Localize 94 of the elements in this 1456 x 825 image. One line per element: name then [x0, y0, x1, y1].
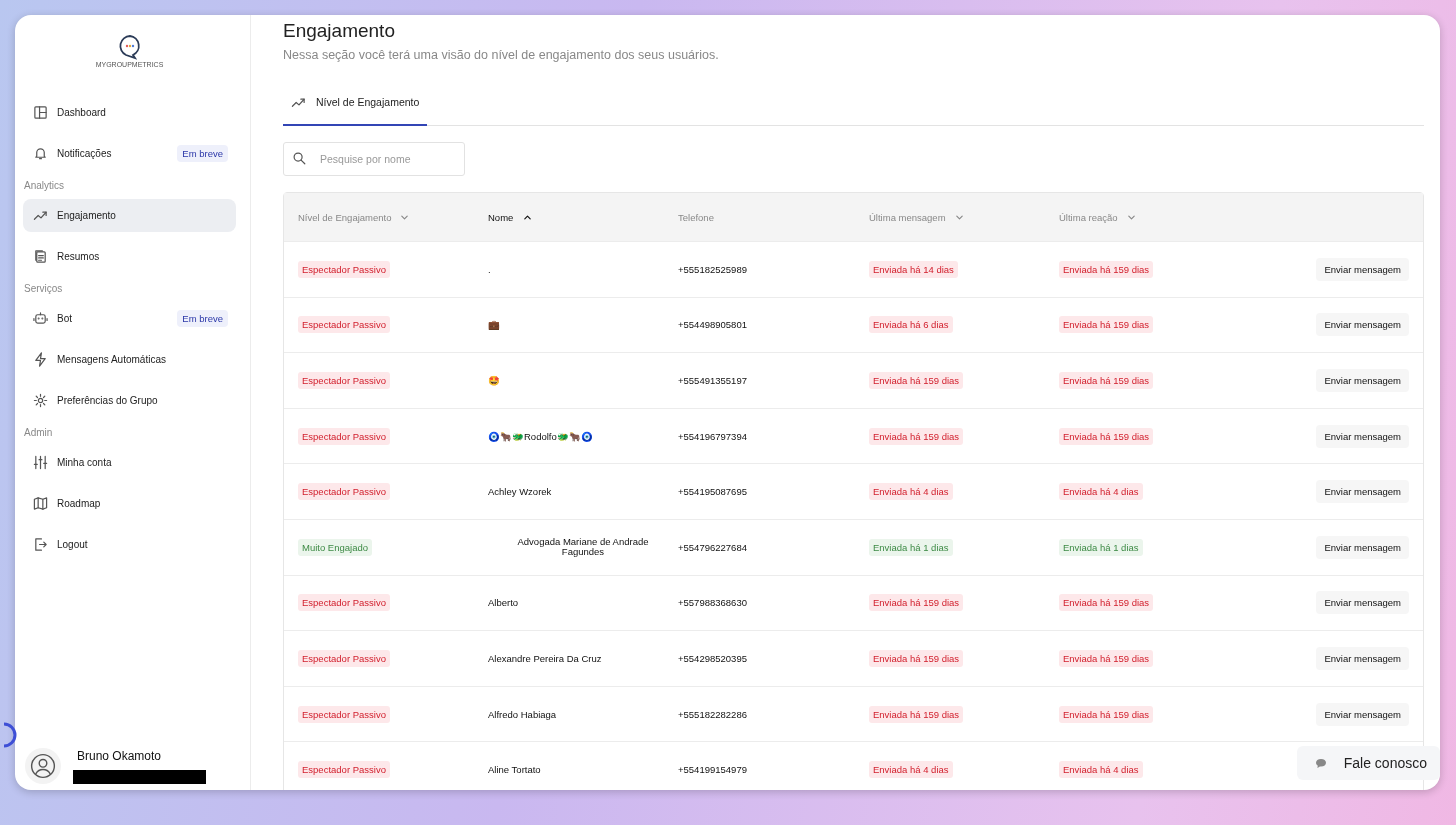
- robot-icon: [33, 311, 48, 326]
- nav-item[interactable]: Preferências do Grupo: [23, 384, 236, 417]
- send-message-button[interactable]: Enviar mensagem: [1316, 369, 1409, 392]
- status-tag: Enviada há 4 dias: [869, 761, 953, 779]
- status-tag: Espectador Passivo: [298, 372, 390, 389]
- status-tag: Enviada há 159 dias: [869, 594, 964, 612]
- table-cell-text: +554199154979: [678, 764, 748, 776]
- table-cell-text: Advogada Mariane de Andrade Fagundes: [516, 537, 650, 558]
- table-cell-text: Aline Tortato: [488, 764, 542, 776]
- table-cell-text: +555182525989: [678, 263, 748, 275]
- status-tag: Enviada há 159 dias: [869, 427, 964, 445]
- status-tag: Espectador Passivo: [298, 705, 390, 723]
- status-tag: Espectador Passivo: [298, 427, 390, 445]
- table-cell-text: +557988368630: [678, 597, 748, 609]
- status-tag: Espectador Passivo: [298, 649, 390, 667]
- logout-icon: [33, 537, 48, 552]
- nav-item[interactable]: Roadmap: [23, 487, 236, 520]
- table-cell-text: Achley Wzorek: [488, 486, 553, 498]
- status-tag: Enviada há 6 dias: [869, 316, 953, 334]
- table-cell-text: +554796227684: [678, 541, 748, 553]
- table-cell-text: +554298520395: [678, 652, 748, 664]
- status-tag: Enviada há 159 dias: [869, 705, 964, 723]
- section-heading: Serviços: [23, 282, 64, 296]
- status-tag: Enviada há 4 dias: [869, 483, 953, 501]
- status-tag: Enviada há 1 dias: [1059, 538, 1143, 556]
- status-tag: Enviada há 159 dias: [1059, 316, 1154, 334]
- status-tag: Enviada há 159 dias: [1059, 372, 1154, 389]
- status-tag: Enviada há 159 dias: [869, 372, 964, 389]
- status-tag: Espectador Passivo: [298, 483, 390, 501]
- send-message-button[interactable]: Enviar mensagem: [1316, 480, 1409, 504]
- section-heading: Analytics: [23, 179, 65, 193]
- table-cell-text: +555491355197: [678, 375, 748, 386]
- status-tag: Enviada há 4 dias: [1059, 761, 1143, 779]
- nav-item[interactable]: Bot Em breve: [23, 302, 236, 335]
- table-cell-text: 🧿🐂🐲Rodolfo🐲🐂🧿: [488, 430, 594, 442]
- chat-bubble-logo-icon: [117, 34, 142, 60]
- table-cell-text: +554196797394: [678, 430, 748, 442]
- send-message-button[interactable]: Enviar mensagem: [1316, 313, 1409, 337]
- status-tag: Enviada há 159 dias: [869, 649, 964, 667]
- nav-item[interactable]: Minha conta: [23, 446, 236, 479]
- table-cell-text: 🤩: [488, 375, 501, 386]
- sliders-icon: [33, 455, 48, 470]
- bell-icon: [33, 146, 48, 161]
- table-cell-text: .: [488, 263, 492, 275]
- status-tag: Espectador Passivo: [298, 594, 390, 612]
- status-tag: Enviada há 14 dias: [869, 260, 958, 278]
- document-icon: [33, 249, 48, 264]
- coming-soon-badge: Em breve: [177, 310, 228, 327]
- table-cell-text: Alfredo Habiaga: [488, 708, 558, 720]
- chevron-up-icon: [523, 212, 533, 222]
- nav-item[interactable]: Dashboard: [23, 96, 236, 129]
- map-icon: [33, 496, 48, 511]
- status-tag: Enviada há 159 dias: [1059, 427, 1154, 445]
- status-tag: Enviada há 1 dias: [869, 538, 953, 556]
- send-message-button[interactable]: Enviar mensagem: [1316, 535, 1409, 559]
- nav-item[interactable]: Notificações Em breve: [23, 137, 236, 170]
- status-tag: Enviada há 159 dias: [1059, 705, 1154, 723]
- sort-header[interactable]: Nome: [488, 211, 533, 223]
- status-tag: Espectador Passivo: [298, 761, 390, 779]
- tab[interactable]: Nível de Engajamento: [283, 80, 428, 126]
- status-tag: Espectador Passivo: [298, 316, 390, 334]
- status-tag: Espectador Passivo: [298, 260, 390, 278]
- status-tag: Muito Engajado: [298, 538, 373, 556]
- table-cell-text: Alexandre Pereira Da Cruz: [488, 652, 603, 664]
- page-subtitle: Nessa seção você terá uma visão do nível de engajamento dos seus usuários.: [283, 48, 720, 62]
- coming-soon-badge: Em breve: [177, 145, 228, 162]
- table-cell-text: 💼: [488, 319, 501, 331]
- nav-item[interactable]: Mensagens Automáticas: [23, 343, 236, 376]
- status-tag: Enviada há 159 dias: [1059, 594, 1154, 612]
- user-name: Bruno Okamoto: [77, 748, 163, 763]
- send-message-button[interactable]: Enviar mensagem: [1316, 257, 1409, 281]
- table-cell-text: Alberto: [488, 597, 520, 609]
- speech-bubble-icon: [1314, 757, 1327, 769]
- send-message-button[interactable]: Enviar mensagem: [1316, 424, 1409, 448]
- column-header: Telefone: [678, 211, 714, 223]
- lightning-icon: [33, 352, 48, 367]
- section-heading: Admin: [23, 426, 54, 440]
- table-cell-text: +555182282286: [678, 708, 748, 720]
- table-cell-text: +554195087695: [678, 486, 748, 498]
- user-avatar-icon: [30, 753, 56, 779]
- search-field[interactable]: Pesquise por nome: [283, 142, 465, 176]
- status-tag: Enviada há 159 dias: [1059, 649, 1154, 667]
- page-title: Engajamento: [283, 20, 396, 42]
- layout-icon: [33, 105, 48, 120]
- nav-item[interactable]: Resumos: [23, 240, 236, 273]
- contact-button[interactable]: Fale conosco: [1296, 746, 1440, 780]
- nav-item[interactable]: Engajamento: [23, 199, 236, 232]
- send-message-button[interactable]: Enviar mensagem: [1316, 702, 1409, 726]
- status-tag: Enviada há 4 dias: [1059, 483, 1143, 501]
- nav-item[interactable]: Logout: [23, 528, 236, 561]
- send-message-button[interactable]: Enviar mensagem: [1316, 591, 1409, 615]
- table-cell-text: +554498905801: [678, 319, 748, 331]
- status-tag: Enviada há 159 dias: [1059, 260, 1154, 278]
- send-message-button[interactable]: Enviar mensagem: [1316, 646, 1409, 670]
